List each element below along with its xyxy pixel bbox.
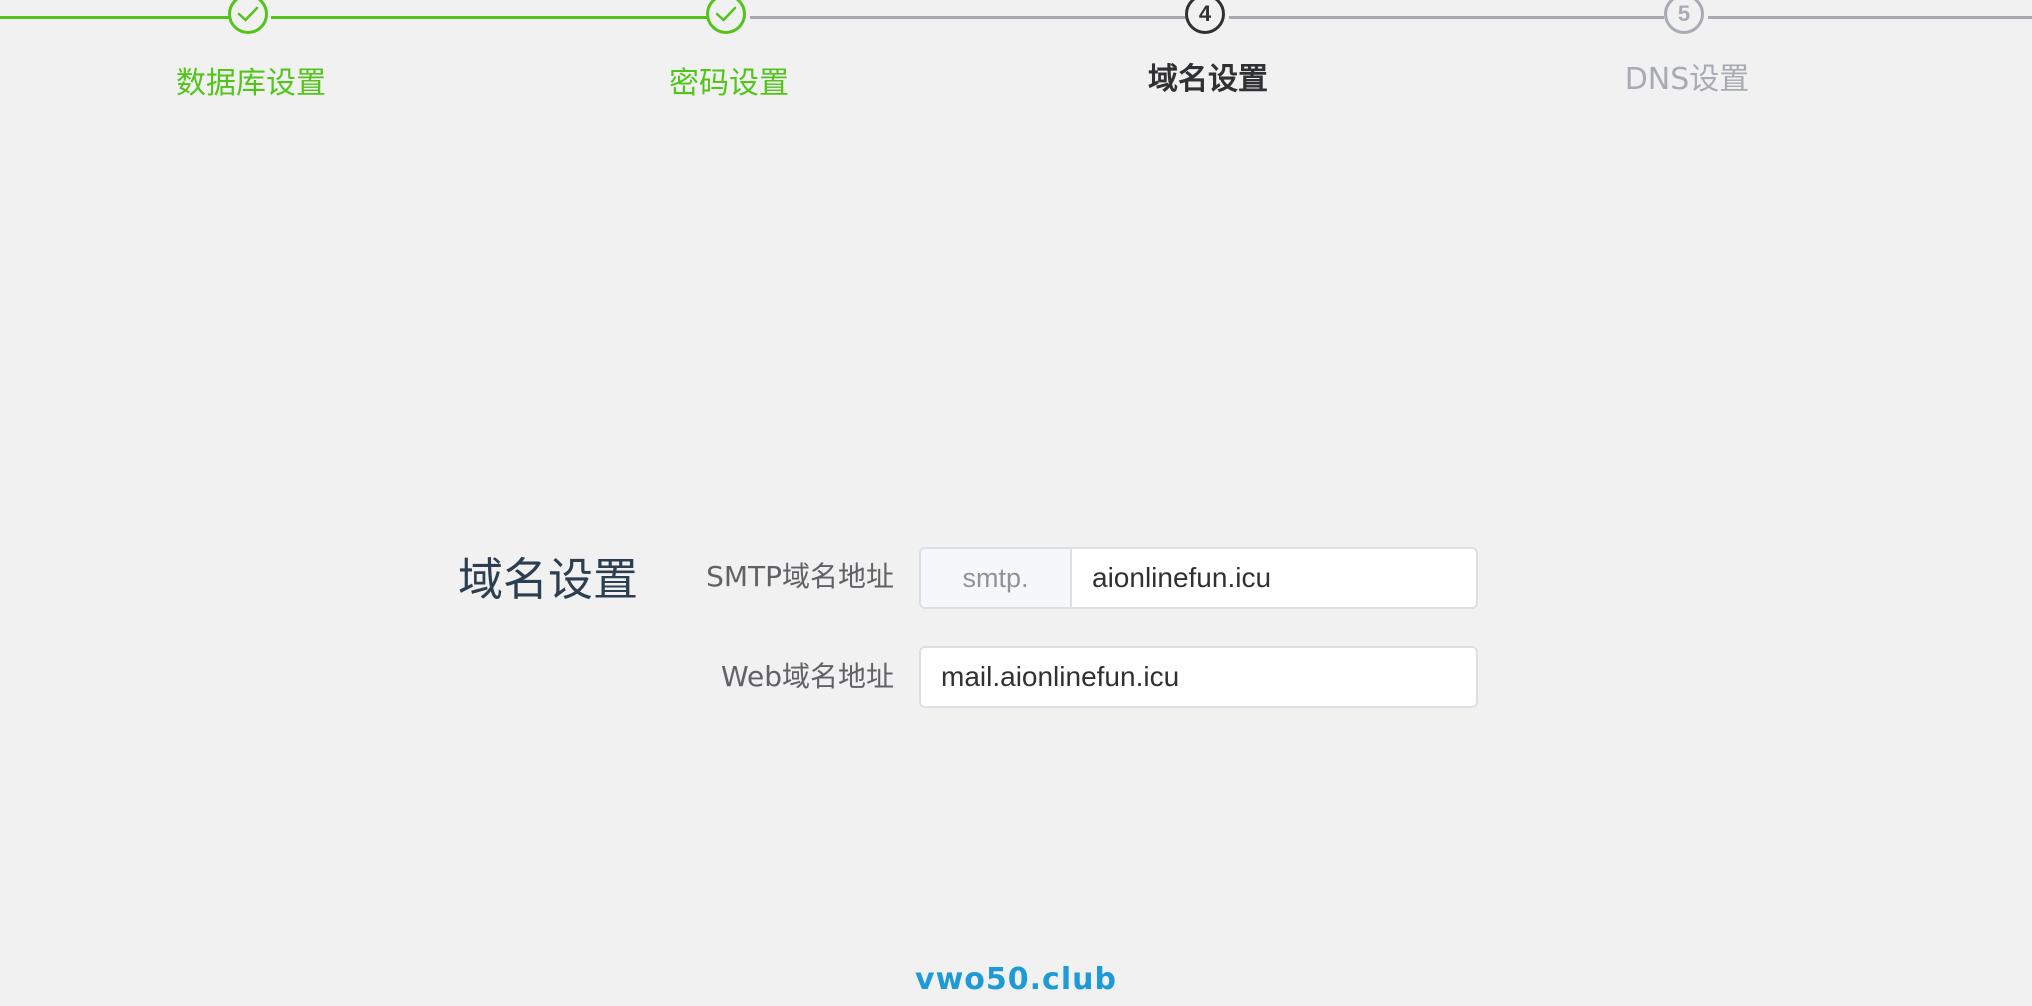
- step-number: 5: [1677, 1, 1691, 26]
- step-connector-3: [750, 16, 1186, 19]
- web-domain-label: Web域名地址: [720, 660, 894, 693]
- step-number: 4: [1198, 1, 1212, 26]
- step-connector-4: [1229, 16, 1664, 19]
- smtp-domain-input-group: smtp.: [919, 547, 1478, 609]
- footer-brand-logo: vwo50.club: [915, 962, 1117, 997]
- install-wizard-page: 数据库设置 密码设置 4 域名设置 5 DNS设置 域名设置 SMTP域名地址: [0, 0, 2032, 1006]
- check-icon: [237, 5, 259, 23]
- section-title: 域名设置: [458, 553, 639, 606]
- web-domain-input-group: [919, 646, 1478, 708]
- step-1-circle: [228, 0, 268, 34]
- smtp-domain-label: SMTP域名地址: [706, 560, 894, 593]
- step-connector-2: [271, 16, 709, 19]
- check-icon: [715, 5, 737, 23]
- step-connector-5: [1708, 16, 2032, 19]
- step-2-title: 密码设置: [669, 66, 789, 101]
- smtp-domain-input[interactable]: [1072, 549, 1476, 607]
- step-1-title: 数据库设置: [176, 66, 326, 101]
- step-3-title: 域名设置: [1148, 62, 1268, 97]
- step-4-circle: 5: [1664, 0, 1704, 34]
- step-3-circle: 4: [1185, 0, 1225, 34]
- step-connector-1: [0, 16, 231, 19]
- smtp-prefix: smtp.: [921, 549, 1072, 607]
- steps-bar: 数据库设置 密码设置 4 域名设置 5 DNS设置: [0, 0, 2032, 110]
- web-domain-input[interactable]: [921, 648, 1476, 706]
- step-4-title: DNS设置: [1624, 62, 1750, 97]
- step-2-circle: [706, 0, 746, 34]
